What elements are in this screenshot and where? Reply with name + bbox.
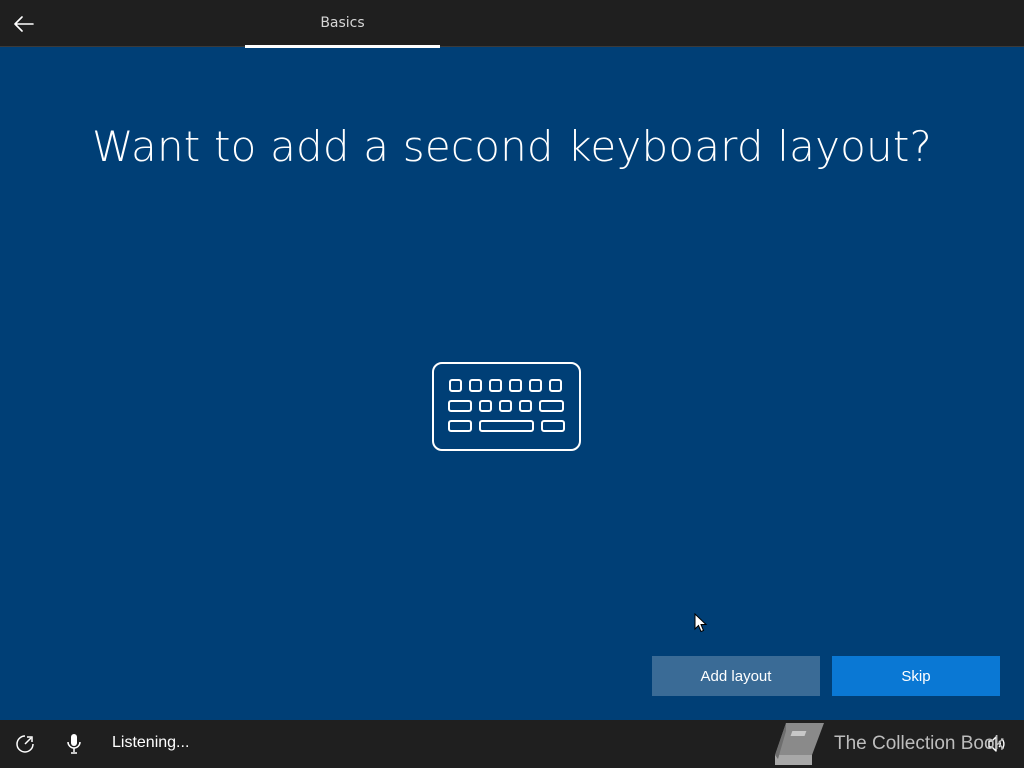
watermark-text: The Collection Book	[834, 733, 1005, 754]
speech-status-text: Listening...	[112, 734, 190, 751]
tab-basics[interactable]: Basics	[245, 0, 440, 46]
mouse-cursor-icon	[694, 613, 708, 633]
microphone-button[interactable]	[62, 732, 86, 756]
tab-basics-label: Basics	[320, 15, 365, 31]
tab-active-indicator	[245, 45, 440, 48]
add-layout-button[interactable]: Add layout	[652, 656, 820, 696]
skip-button[interactable]: Skip	[832, 656, 1000, 696]
book-icon	[775, 723, 824, 765]
page-title: Want to add a second keyboard layout?	[91, 122, 933, 171]
top-bar: Basics	[0, 0, 1024, 47]
keyboard-icon	[432, 362, 581, 451]
back-button[interactable]	[8, 8, 40, 40]
microphone-icon	[67, 734, 81, 754]
ease-of-access-button[interactable]	[13, 732, 37, 756]
arrow-left-icon	[14, 16, 34, 32]
watermark: The Collection Book	[772, 720, 1004, 768]
ease-of-access-icon	[16, 735, 34, 753]
